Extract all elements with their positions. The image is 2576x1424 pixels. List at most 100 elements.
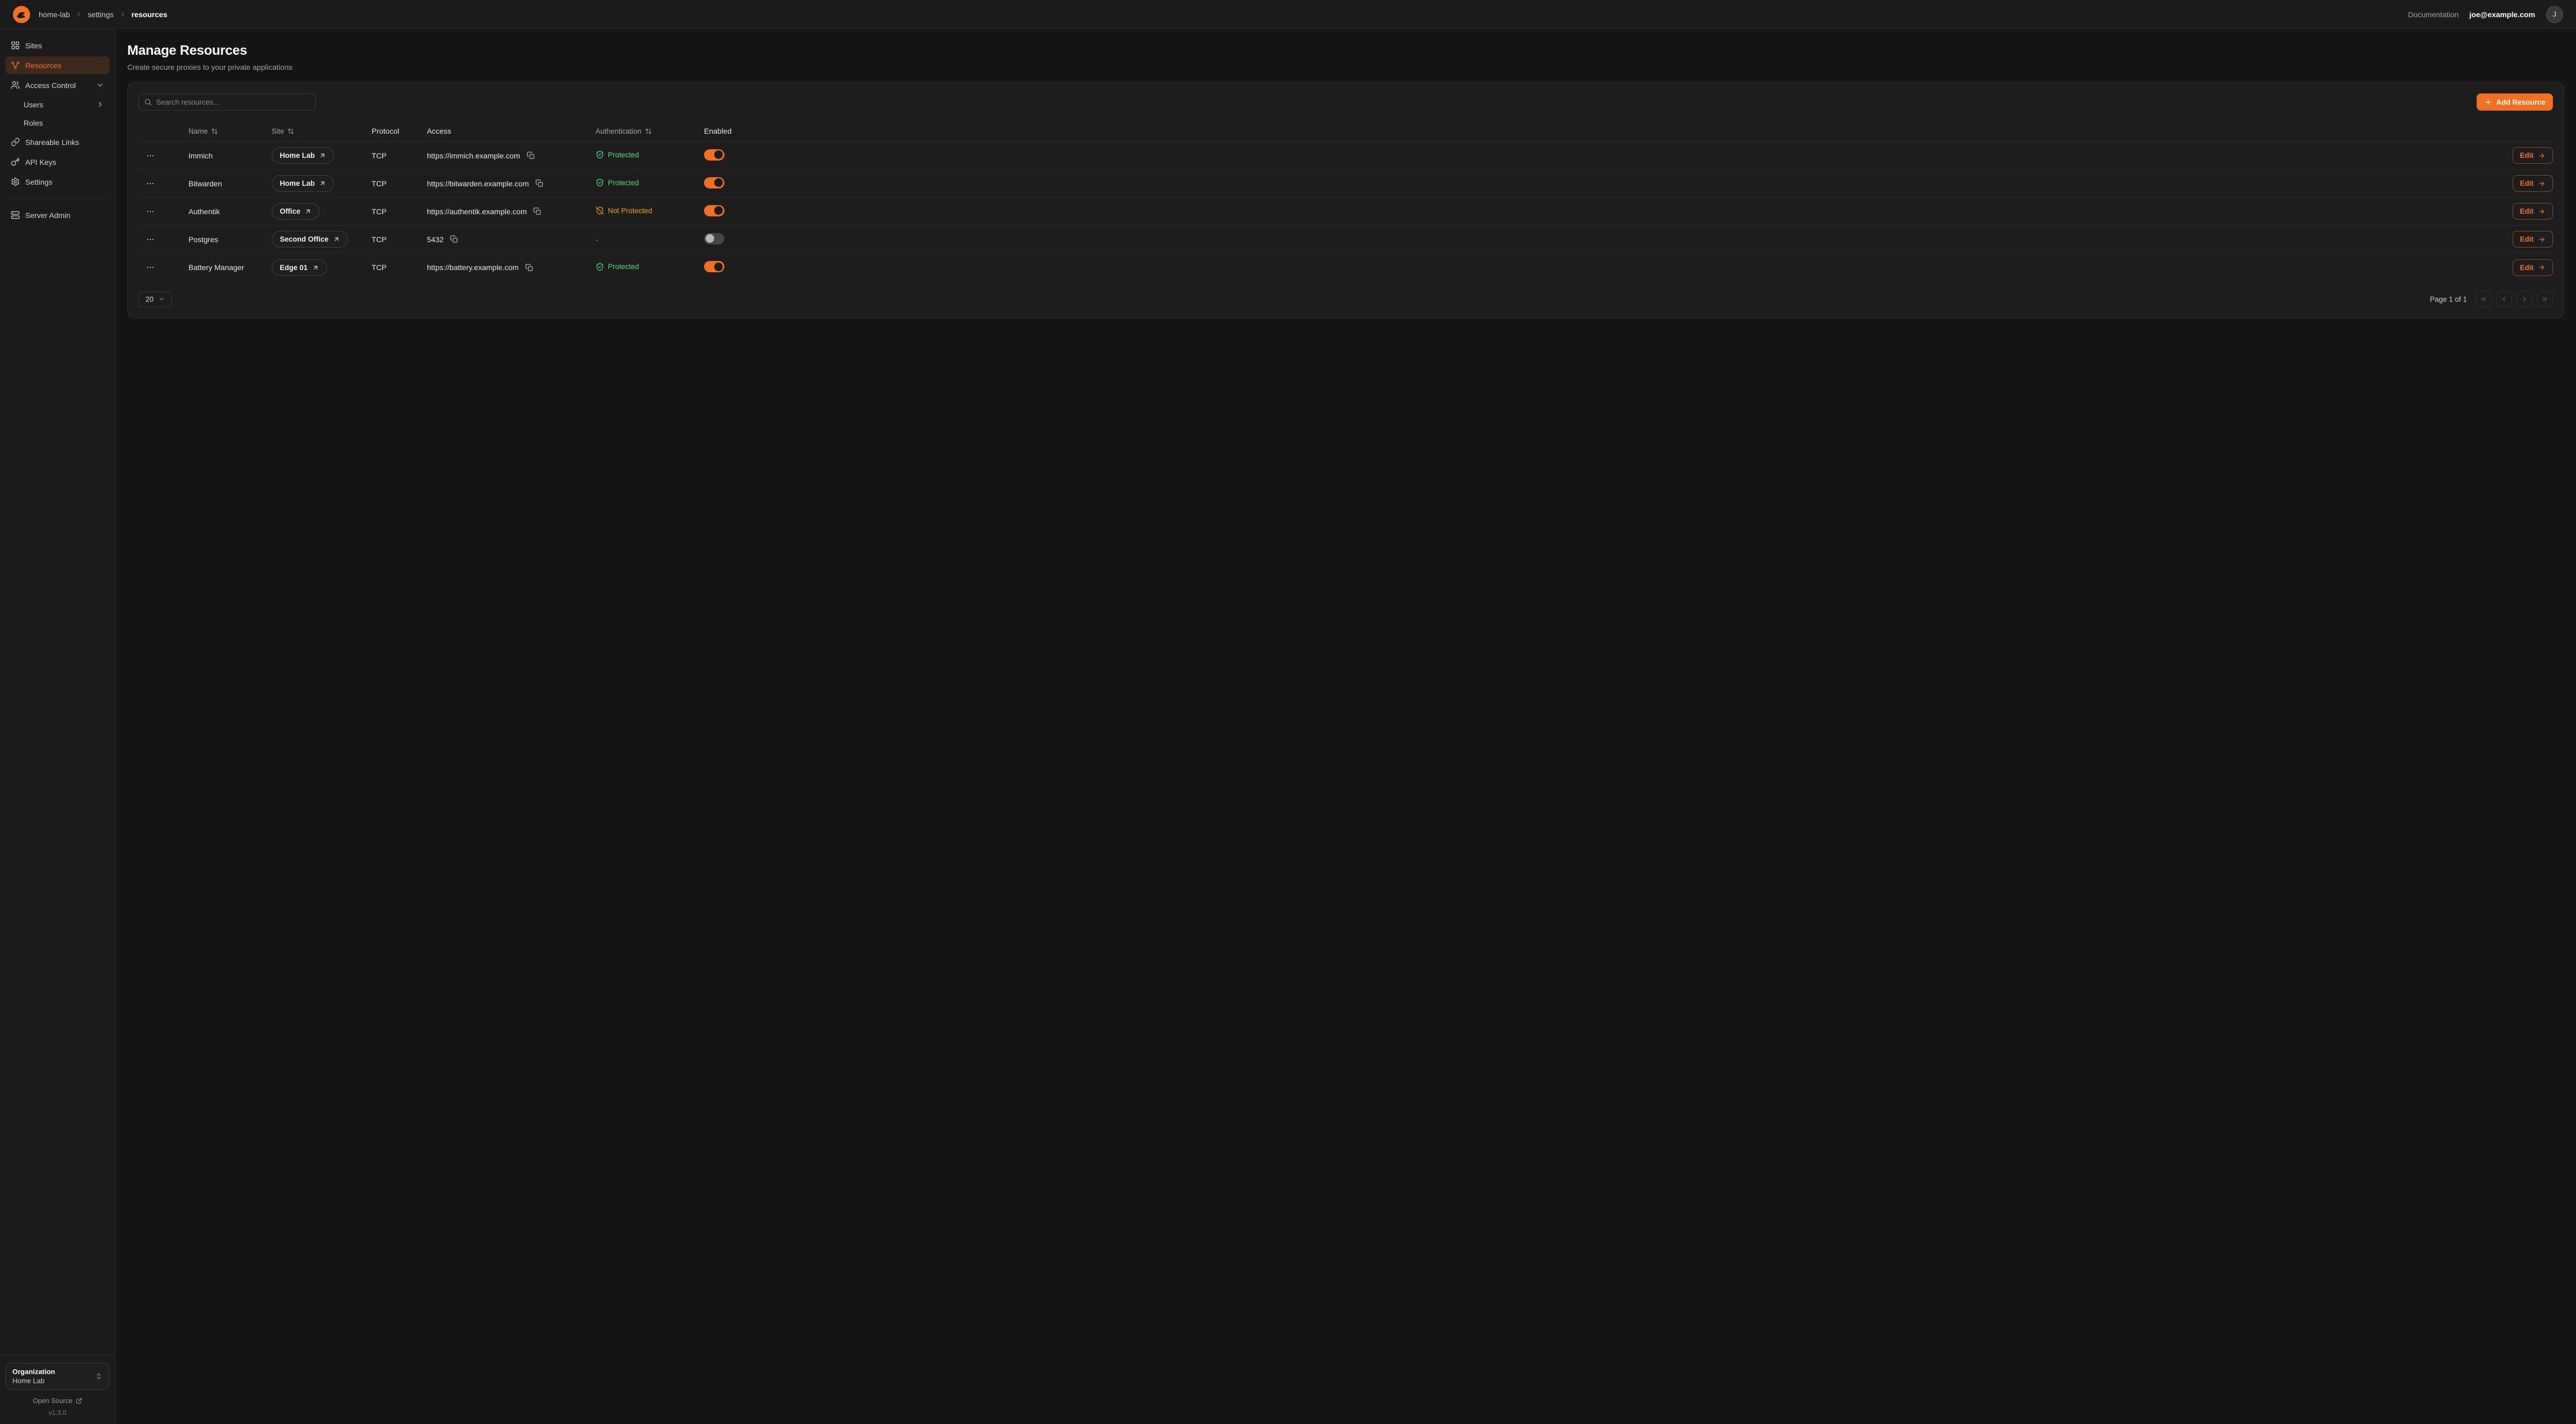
- next-page-button[interactable]: [2516, 291, 2533, 307]
- external-link-icon: [76, 1398, 82, 1404]
- sidebar-item-api-keys[interactable]: API Keys: [5, 153, 110, 171]
- previous-page-button[interactable]: [2496, 291, 2512, 307]
- access-url: https://authentik.example.com: [427, 207, 527, 216]
- resource-name: Bitwarden: [188, 179, 272, 188]
- sidebar-item-access-control[interactable]: Access Control: [5, 76, 110, 94]
- access-url: https://battery.example.com: [427, 263, 519, 272]
- add-resource-button[interactable]: Add Resource: [2477, 93, 2553, 111]
- header-protocol-label: Protocol: [372, 127, 427, 135]
- edit-button[interactable]: Edit: [2513, 175, 2553, 192]
- copy-button[interactable]: [532, 206, 542, 216]
- site-name: Office: [280, 207, 300, 215]
- edit-button[interactable]: Edit: [2513, 259, 2553, 276]
- row-menu-button[interactable]: [143, 149, 158, 162]
- resource-name: Immich: [188, 151, 272, 160]
- sidebar-item-resources[interactable]: Resources: [5, 56, 110, 74]
- ellipsis-icon: [146, 179, 155, 188]
- sort-name-header[interactable]: Name: [188, 127, 218, 135]
- open-source-link[interactable]: Open Source: [5, 1397, 110, 1405]
- sidebar-item-server-admin[interactable]: Server Admin: [5, 206, 110, 224]
- table-row: Postgres Second Office TCP 5432 - Edit: [139, 226, 2553, 253]
- resource-protocol: TCP: [372, 235, 427, 244]
- site-link-button[interactable]: Second Office: [272, 231, 348, 248]
- breadcrumb: home-lab settings resources: [39, 10, 168, 19]
- server-icon: [11, 210, 20, 220]
- search-input[interactable]: [139, 93, 316, 111]
- resource-name: Postgres: [188, 235, 272, 244]
- row-menu-button[interactable]: [143, 177, 158, 190]
- sidebar-item-shareable-links[interactable]: Shareable Links: [5, 133, 110, 151]
- site-link-button[interactable]: Office: [272, 203, 320, 220]
- site-link-button[interactable]: Home Lab: [272, 175, 334, 192]
- main-content: Manage Resources Create secure proxies t…: [115, 29, 2576, 1424]
- plus-icon: [2484, 98, 2492, 106]
- arrow-right-icon: [2538, 152, 2545, 159]
- sidebar: Sites Resources Access Control Users Rol: [0, 29, 115, 1424]
- chevron-left-icon: [2500, 295, 2508, 303]
- row-menu-button[interactable]: [143, 205, 158, 218]
- site-link-button[interactable]: Home Lab: [272, 147, 334, 164]
- page-size-select[interactable]: 20: [139, 292, 172, 307]
- chevron-right-icon: [2521, 295, 2528, 303]
- enabled-toggle[interactable]: [704, 205, 724, 216]
- enabled-toggle[interactable]: [704, 261, 724, 272]
- user-avatar[interactable]: J: [2546, 6, 2563, 23]
- resources-card: Add Resource Name: [127, 82, 2564, 318]
- auth-label: Not Protected: [608, 207, 652, 215]
- sidebar-item-users[interactable]: Users: [5, 96, 110, 113]
- arrow-up-right-icon: [304, 208, 311, 215]
- row-menu-button[interactable]: [143, 261, 158, 274]
- sort-site-header[interactable]: Site: [272, 127, 294, 135]
- pagination-buttons: [2476, 291, 2553, 307]
- last-page-button[interactable]: [2537, 291, 2553, 307]
- breadcrumb-home-lab[interactable]: home-lab: [39, 10, 70, 19]
- header-name-label: Name: [188, 127, 208, 135]
- site-link-button[interactable]: Edge 01: [272, 259, 327, 276]
- edit-label: Edit: [2520, 207, 2534, 215]
- copy-button[interactable]: [449, 234, 459, 244]
- arrow-right-icon: [2538, 180, 2545, 187]
- resources-table: Name Site Protocol Access: [139, 120, 2553, 281]
- auth-badge: -: [596, 236, 598, 244]
- copy-button[interactable]: [534, 178, 545, 188]
- table-row: Authentik Office TCP https://authentik.e…: [139, 198, 2553, 226]
- ellipsis-icon: [146, 151, 155, 160]
- documentation-link[interactable]: Documentation: [2408, 10, 2458, 19]
- auth-label: Protected: [608, 263, 639, 271]
- chevrons-up-down-icon: [95, 1372, 103, 1380]
- enabled-toggle[interactable]: [704, 149, 724, 161]
- sidebar-item-settings[interactable]: Settings: [5, 173, 110, 191]
- auth-badge: Not Protected: [596, 206, 652, 215]
- add-resource-label: Add Resource: [2496, 98, 2545, 106]
- first-page-button[interactable]: [2476, 291, 2492, 307]
- edit-button[interactable]: Edit: [2513, 231, 2553, 248]
- access-url: 5432: [427, 235, 444, 244]
- auth-badge: Protected: [596, 150, 639, 159]
- avatar-initial: J: [2553, 10, 2557, 18]
- arrow-right-icon: [2538, 236, 2545, 243]
- breadcrumb-settings[interactable]: settings: [88, 10, 113, 19]
- pangolin-logo-icon[interactable]: [13, 6, 30, 23]
- chevron-right-icon: [96, 100, 104, 108]
- row-menu-button[interactable]: [143, 233, 158, 246]
- enabled-toggle[interactable]: [704, 177, 724, 188]
- sidebar-item-roles[interactable]: Roles: [5, 115, 110, 131]
- user-email[interactable]: joe@example.com: [2469, 10, 2535, 19]
- sort-authentication-header[interactable]: Authentication: [596, 127, 652, 135]
- sidebar-item-sites[interactable]: Sites: [5, 37, 110, 54]
- edit-button[interactable]: Edit: [2513, 203, 2553, 220]
- edit-label: Edit: [2520, 264, 2534, 272]
- organization-select[interactable]: Organization Home Lab: [5, 1363, 110, 1390]
- arrow-up-right-icon: [319, 152, 326, 159]
- edit-button[interactable]: Edit: [2513, 147, 2553, 164]
- auth-badge: Protected: [596, 263, 639, 271]
- link-icon: [11, 137, 20, 147]
- sidebar-item-label: Sites: [25, 42, 104, 49]
- enabled-toggle[interactable]: [704, 233, 724, 244]
- open-source-label: Open Source: [33, 1397, 72, 1405]
- copy-button[interactable]: [524, 263, 534, 273]
- copy-button[interactable]: [526, 150, 536, 161]
- app-root: home-lab settings resources Documentatio…: [0, 0, 2576, 1424]
- chevron-down-icon: [96, 81, 104, 89]
- header-enabled-label: Enabled: [704, 127, 777, 135]
